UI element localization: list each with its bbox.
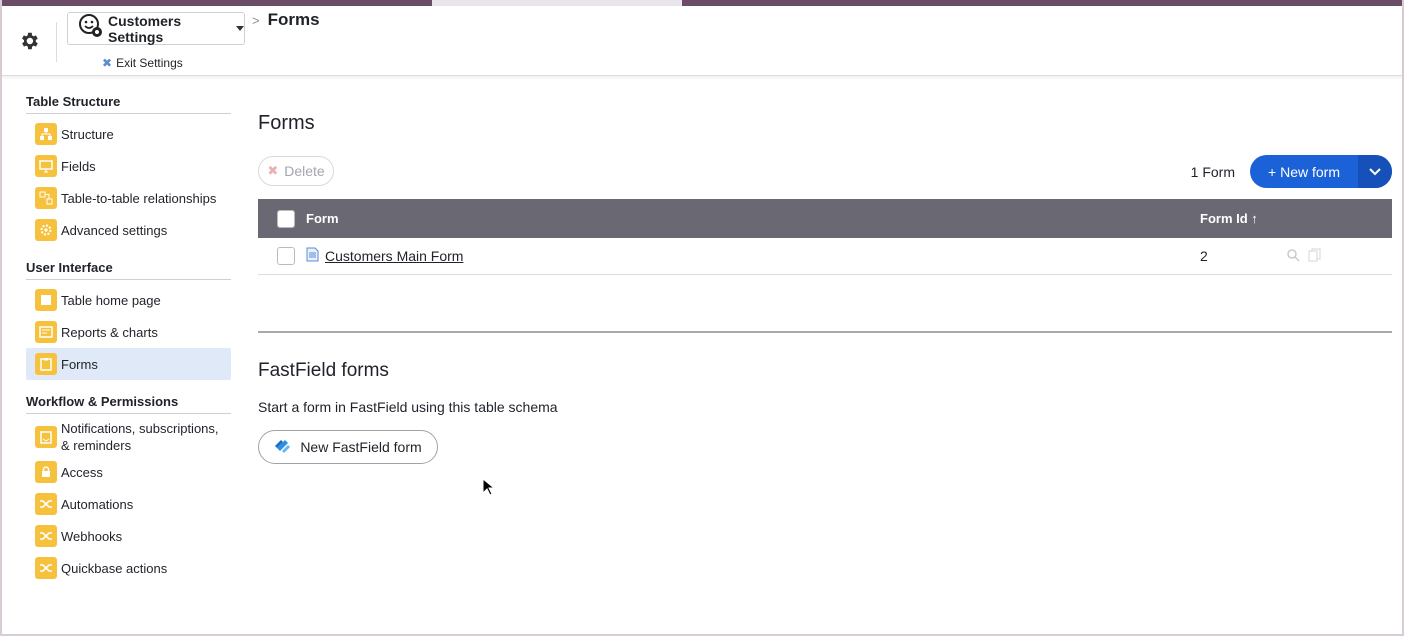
preview-icon[interactable] — [1286, 248, 1300, 265]
sidebar-item-relationships[interactable]: Table-to-table relationships — [26, 182, 231, 214]
sort-asc-icon: ↑ — [1251, 211, 1258, 226]
settings-header: Customers Settings ✖ Exit Settings > For… — [2, 6, 1402, 76]
sidebar-item-forms[interactable]: Forms — [26, 348, 231, 380]
new-form-button-group: + New form — [1250, 155, 1392, 188]
delete-button[interactable]: ✖ Delete — [258, 156, 334, 186]
copy-icon[interactable] — [1308, 248, 1322, 265]
form-doc-icon — [306, 247, 319, 265]
app-selector-dropdown[interactable]: Customers Settings — [67, 12, 245, 45]
settings-gear-icon — [35, 219, 57, 241]
breadcrumb-separator: > — [252, 12, 260, 28]
sidebar-item-label: Reports & charts — [61, 324, 158, 340]
exit-settings-link[interactable]: ✖ Exit Settings — [102, 56, 183, 70]
page-title: Forms — [258, 112, 315, 134]
table-row: Customers Main Form 2 — [258, 238, 1392, 275]
sidebar-item-advanced-settings[interactable]: Advanced settings — [26, 214, 231, 246]
sidebar-item-automations[interactable]: Automations — [26, 488, 231, 520]
form-id-cell: 2 — [1200, 248, 1208, 264]
access-icon — [35, 461, 57, 483]
forms-icon — [35, 353, 57, 375]
gear-icon[interactable] — [18, 30, 40, 52]
sidebar-item-label-line1: Notifications, subscriptions, — [61, 421, 219, 436]
relationships-icon — [35, 187, 57, 209]
fastfield-logo-icon — [274, 437, 292, 458]
column-header-form-id[interactable]: Form Id ↑ — [1200, 211, 1290, 226]
sidebar-item-label: Access — [61, 464, 103, 480]
sidebar-item-quickbase-actions[interactable]: Quickbase actions — [26, 552, 231, 584]
chevron-down-icon — [1369, 167, 1381, 175]
new-fastfield-form-button[interactable]: New FastField form — [258, 430, 438, 464]
sidebar-item-label: Table-to-table relationships — [61, 190, 217, 206]
structure-icon — [35, 123, 57, 145]
column-header-form[interactable]: Form — [306, 211, 1200, 226]
select-all-checkbox[interactable] — [277, 209, 295, 228]
new-fastfield-form-label: New FastField form — [300, 439, 422, 455]
quickbase-actions-icon — [35, 557, 57, 579]
exit-settings-label: Exit Settings — [116, 56, 183, 70]
close-icon: ✖ — [102, 56, 113, 70]
sidebar-item-label: Table home page — [61, 292, 161, 308]
sidebar-item-label: Quickbase actions — [61, 560, 168, 576]
section-title-workflow-permissions: Workflow & Permissions — [26, 394, 231, 414]
table-header: Form Form Id ↑ — [258, 199, 1392, 238]
form-count: 1 Form — [1190, 164, 1235, 180]
app-name: Customers Settings — [108, 12, 182, 45]
row-checkbox[interactable] — [277, 247, 295, 265]
breadcrumb-current: Forms — [267, 10, 320, 29]
automations-icon — [35, 493, 57, 515]
sidebar-item-label-line2: & reminders — [61, 438, 132, 453]
breadcrumb: > Forms — [252, 10, 320, 30]
form-name-link[interactable]: Customers Main Form — [325, 248, 463, 264]
delete-label: Delete — [284, 163, 325, 179]
settings-sidebar: Table Structure Structure Fields Table-t… — [26, 94, 231, 584]
sidebar-item-access[interactable]: Access — [26, 456, 231, 488]
section-title-user-interface: User Interface — [26, 260, 231, 280]
app-window: Customers Settings ✖ Exit Settings > For… — [0, 0, 1404, 636]
section-title-table-structure: Table Structure — [26, 94, 231, 114]
home-page-icon — [35, 289, 57, 311]
sidebar-item-label: Fields — [61, 158, 96, 174]
notifications-icon — [35, 426, 57, 448]
sidebar-item-label: Advanced settings — [61, 222, 168, 238]
sidebar-item-label: Notifications, subscriptions, & reminders — [61, 420, 219, 454]
new-form-dropdown-toggle[interactable] — [1358, 155, 1392, 188]
header-divider — [56, 22, 57, 62]
sidebar-item-structure[interactable]: Structure — [26, 118, 231, 150]
column-header-form-id-label: Form Id — [1200, 211, 1248, 226]
sidebar-item-label: Automations — [61, 496, 134, 512]
sidebar-item-label: Structure — [61, 126, 114, 142]
delete-icon: ✖ — [267, 163, 279, 178]
forms-table: Form Form Id ↑ Customers Main Form 2 — [258, 199, 1392, 275]
sidebar-item-label: Webhooks — [61, 528, 123, 544]
section-divider — [258, 331, 1392, 333]
new-form-button[interactable]: + New form — [1250, 155, 1358, 188]
reports-icon — [35, 321, 57, 343]
forms-toolbar: ✖ Delete 1 Form + New form — [258, 154, 1392, 188]
sidebar-item-notifications[interactable]: Notifications, subscriptions, & reminders — [26, 418, 231, 456]
sidebar-item-reports-charts[interactable]: Reports & charts — [26, 316, 231, 348]
sidebar-item-label: Forms — [61, 356, 98, 372]
sidebar-item-table-home-page[interactable]: Table home page — [26, 284, 231, 316]
fastfield-description: Start a form in FastField using this tab… — [258, 399, 558, 415]
sidebar-item-webhooks[interactable]: Webhooks — [26, 520, 231, 552]
chevron-down-icon — [236, 26, 244, 31]
app-settings-icon — [78, 13, 104, 44]
webhooks-icon — [35, 525, 57, 547]
fields-icon — [35, 155, 57, 177]
fastfield-title: FastField forms — [258, 360, 389, 381]
sidebar-item-fields[interactable]: Fields — [26, 150, 231, 182]
mouse-cursor-icon — [482, 477, 496, 501]
